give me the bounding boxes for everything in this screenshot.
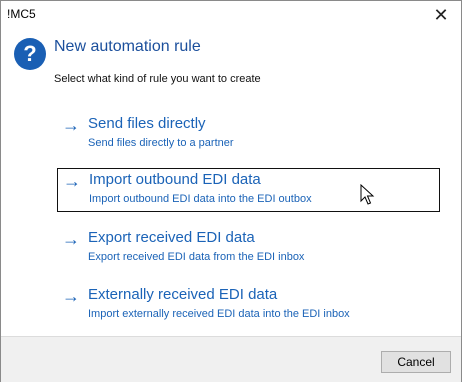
option-title: Send files directly (88, 115, 206, 132)
option-title: Import outbound EDI data (89, 171, 261, 188)
mouse-cursor-icon (360, 184, 375, 205)
option-externally-received-edi-data[interactable]: → Externally received EDI data Import ex… (57, 284, 440, 328)
option-export-received-edi-data[interactable]: → Export received EDI data Export receiv… (57, 227, 440, 271)
dialog-footer: Cancel (1, 336, 461, 382)
dialog-title: New automation rule (54, 38, 201, 55)
arrow-right-icon: → (63, 171, 81, 191)
close-icon: ✕ (433, 4, 449, 25)
option-import-outbound-edi-data[interactable]: → Import outbound EDI data Import outbou… (57, 168, 440, 212)
arrow-right-icon: → (62, 286, 80, 306)
option-description: Import outbound EDI data into the EDI ou… (89, 193, 312, 205)
option-description: Export received EDI data from the EDI in… (88, 251, 305, 263)
dialog-window: !MC5 ✕ ? New automation rule Select what… (0, 0, 462, 382)
close-button[interactable]: ✕ (421, 1, 461, 29)
option-description: Import externally received EDI data into… (88, 308, 350, 320)
arrow-right-icon: → (62, 115, 80, 135)
option-title: Export received EDI data (88, 229, 255, 246)
option-send-files-directly[interactable]: → Send files directly Send files directl… (57, 113, 440, 157)
option-description: Send files directly to a partner (88, 137, 234, 149)
window-title: !MC5 (7, 7, 36, 21)
option-title: Externally received EDI data (88, 286, 278, 303)
question-icon: ? (14, 38, 46, 70)
dialog-subtitle: Select what kind of rule you want to cre… (54, 73, 261, 85)
arrow-right-icon: → (62, 229, 80, 249)
cancel-button[interactable]: Cancel (381, 351, 451, 373)
title-bar: !MC5 ✕ (1, 1, 461, 29)
